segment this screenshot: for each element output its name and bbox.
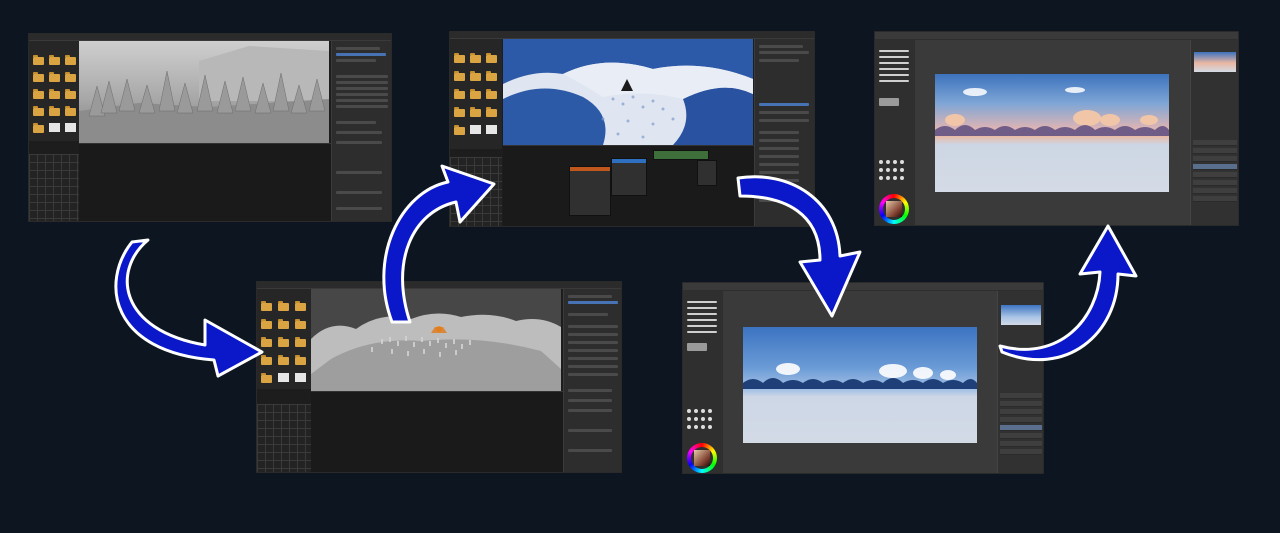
arrow-step4-to-step5	[998, 224, 1138, 362]
arrow-step2-to-step3	[382, 164, 496, 324]
arrow-step1-to-step2	[114, 238, 264, 378]
flow-arrows	[114, 164, 1138, 378]
arrow-step3-to-step4	[736, 175, 862, 318]
